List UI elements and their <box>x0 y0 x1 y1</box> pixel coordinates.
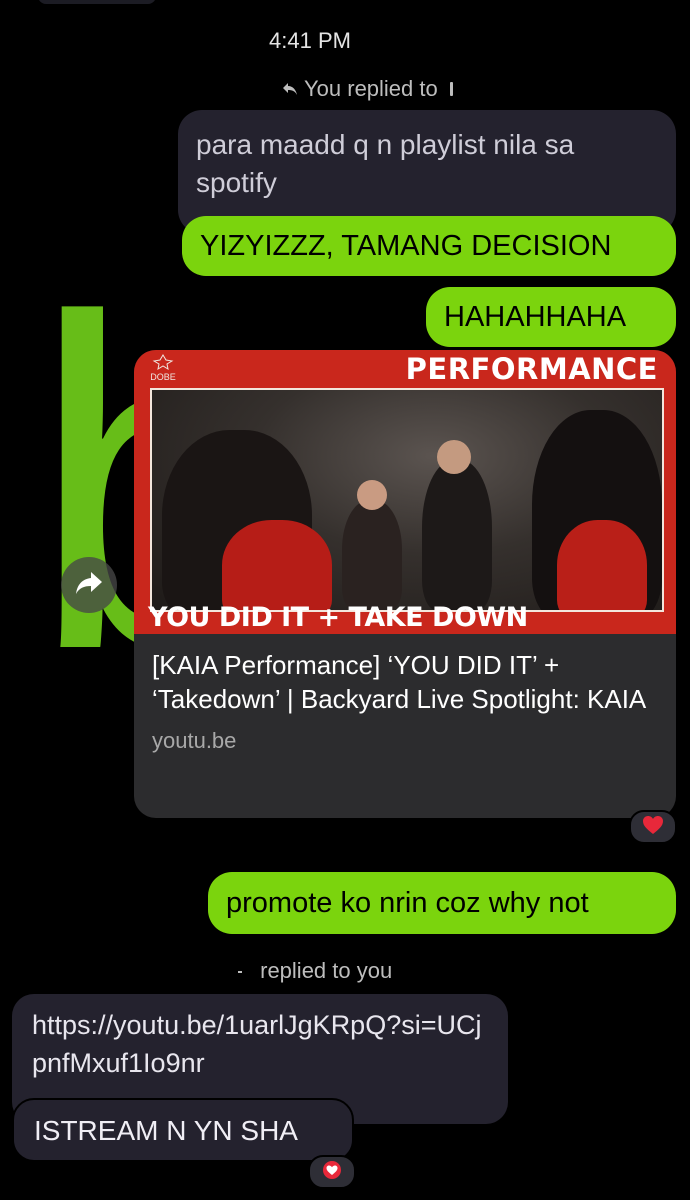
received-link[interactable]: https://youtu.be/1uarlJgKRpQ?si=UCjpnfMx… <box>32 1010 481 1078</box>
thumbnail-bottom-text: YOU DID IT + TAKE DOWN <box>148 602 528 633</box>
reply-arrow-icon <box>282 82 298 96</box>
link-title[interactable]: [KAIA Performance] ‘YOU DID IT’ + ‘Taked… <box>152 648 658 716</box>
chat-screen: 4:41 PM b You replied to para maadd q n … <box>0 0 690 1200</box>
logo-emblem-icon <box>152 354 174 371</box>
thumbnail-top-text: PERFORMANCE <box>405 352 658 386</box>
link-meta: [KAIA Performance] ‘YOU DID IT’ + ‘Taked… <box>152 648 658 754</box>
partial-top-element <box>38 0 156 4</box>
heart-icon <box>321 1160 343 1185</box>
redacted-name <box>238 971 242 974</box>
message-timestamp: 4:41 PM <box>269 28 351 53</box>
thumbnail-photo <box>150 388 664 612</box>
reply-indicator: You replied to <box>282 76 453 102</box>
reply-indicator: replied to you <box>238 958 392 984</box>
redacted-name <box>449 82 453 96</box>
sent-message[interactable]: YIZYIZZZ, TAMANG DECISION <box>182 216 676 276</box>
heart-icon <box>642 815 664 840</box>
received-message[interactable]: ISTREAM N YN SHA <box>12 1098 354 1162</box>
reaction-badge[interactable] <box>308 1155 356 1189</box>
reply-label-text: replied to you <box>260 958 393 983</box>
sent-message[interactable]: promote ko nrin coz why not <box>208 872 676 934</box>
logo-text: DOBE <box>150 372 176 382</box>
share-button[interactable] <box>61 557 117 613</box>
sent-message[interactable]: HAHAHHAHA <box>426 287 676 347</box>
channel-logo: DOBE <box>148 354 178 382</box>
link-domain: youtu.be <box>152 728 237 753</box>
reaction-badge[interactable] <box>629 810 677 844</box>
link-preview-card[interactable]: DOBE PERFORMANCE YOU DID IT + TAKE DOWN … <box>134 350 676 818</box>
share-arrow-icon <box>74 570 104 601</box>
video-thumbnail[interactable]: DOBE PERFORMANCE YOU DID IT + TAKE DOWN <box>134 350 676 634</box>
reply-label-text: You replied to <box>304 76 438 101</box>
